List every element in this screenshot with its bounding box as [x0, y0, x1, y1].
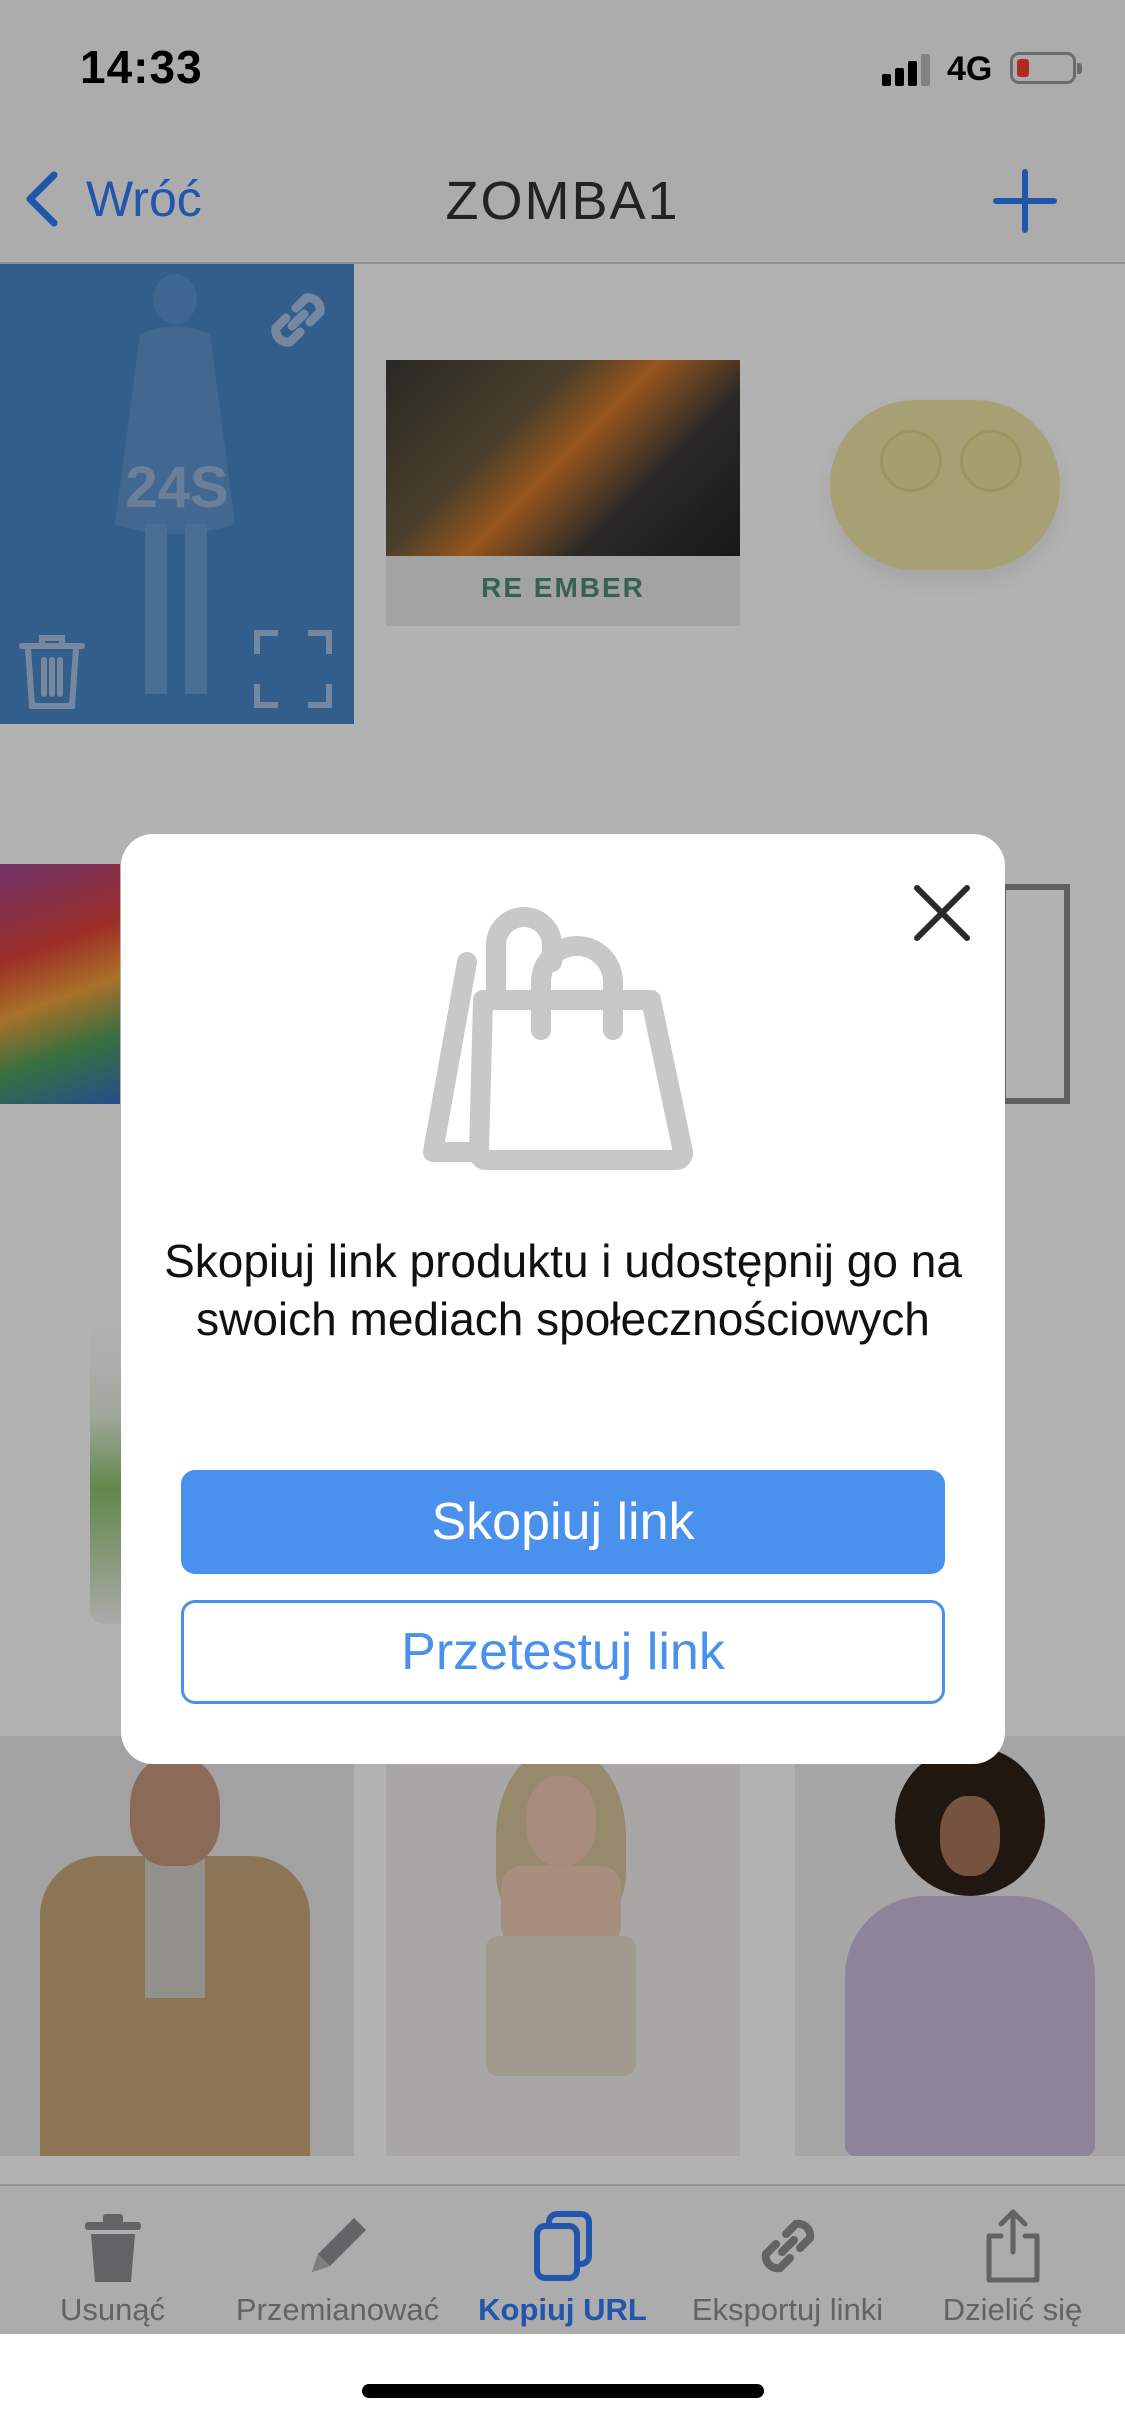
home-indicator[interactable]: [362, 2384, 764, 2398]
share-link-dialog: Skopiuj link produktu i udostępnij go na…: [121, 834, 1005, 1764]
copy-link-button[interactable]: Skopiuj link: [181, 1470, 945, 1574]
shopping-bags-icon: [423, 907, 693, 1170]
test-link-button[interactable]: Przetestuj link: [181, 1600, 945, 1704]
home-area: [0, 2334, 1125, 2436]
dialog-message: Skopiuj link produktu i udostępnij go na…: [164, 1235, 962, 1345]
close-icon[interactable]: [899, 870, 985, 956]
